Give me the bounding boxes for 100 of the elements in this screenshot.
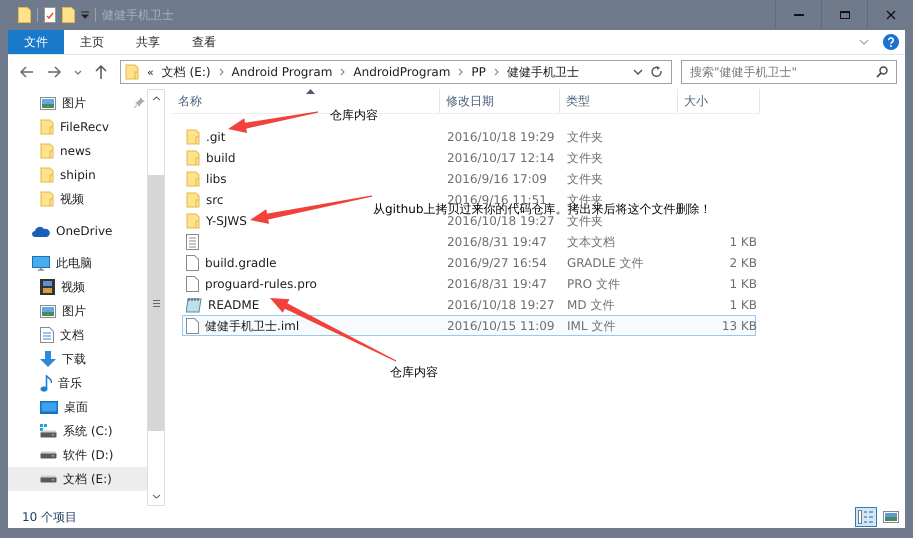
modified-date: 2016/10/18 19:27 [447,214,555,226]
maximize-icon[interactable] [840,10,850,18]
file-icon [186,318,199,334]
scrollbar[interactable] [147,89,165,506]
breadcrumb[interactable]: 文档 (E:) [162,64,211,80]
caret-icon[interactable] [74,70,82,74]
modified-date: 2016/8/31 19:47 [446,236,548,248]
file-size: 1 KB [728,278,757,290]
annotation-text: 仓库内容 [330,111,378,119]
file-type: 文件夹 [566,152,604,164]
modified-date: 2016/10/15 11:09 [446,320,556,332]
folder-icon [125,64,139,80]
sidebar-item[interactable]: 视频 [8,275,147,299]
scroll-down-icon[interactable] [152,494,160,499]
folder-icon [186,170,200,186]
folder-icon[interactable] [18,7,31,23]
sidebar-item[interactable]: 视频 [8,187,147,211]
item-count: 10 个项目 [22,508,78,526]
folder-icon [186,150,200,166]
chevron-icon[interactable] [859,39,869,45]
sidebar-item[interactable]: 桌面 [8,395,147,419]
sidebar-item[interactable]: 图片 [8,299,147,323]
sidebar-item[interactable]: 此电脑 [8,251,147,275]
file-type: IML 文件 [566,320,616,332]
file-size: 1 KB [728,298,757,310]
help-icon[interactable] [883,34,899,50]
folder-icon [186,192,200,208]
annotation-text: 从github上拷贝过来你的代码仓库。拷出来后将这个文件删除！ [373,205,712,213]
back-arrow-icon[interactable] [20,66,34,78]
document-icon [40,327,54,343]
picture-icon [40,304,56,318]
sort-ascending-icon [306,89,315,94]
dropdown-caret-icon[interactable] [633,69,643,75]
scrollbar-thumb[interactable] [148,175,164,431]
file-name: README [208,298,260,310]
file-menu-tab[interactable]: 文件 [8,30,64,54]
folder-icon [186,128,200,144]
sidebar-item[interactable]: OneDrive [8,219,147,243]
folder-icon [40,119,54,135]
column-header[interactable]: 修改日期 [440,89,560,113]
file-name: build [206,152,236,164]
picture-icon [40,96,56,110]
modified-date: 2016/9/16 17:09 [446,172,548,184]
new-folder-icon[interactable] [62,7,75,23]
file-type: 文件夹 [566,130,604,142]
modified-date: 2016/9/27 16:54 [446,256,548,268]
chevron-icon [494,68,499,76]
breadcrumb[interactable]: AndroidProgram [353,65,450,79]
film-icon [40,279,55,295]
up-arrow-icon[interactable] [95,65,107,79]
file-name: proguard-rules.pro [205,278,317,290]
breadcrumb[interactable]: 健健手机卫士 [506,64,579,80]
sidebar-item[interactable]: 文档 (E:) [8,467,147,491]
file-type: GRADLE 文件 [566,256,645,268]
column-header[interactable]: 大小 [678,89,760,113]
sidebar-item[interactable]: 软件 (D:) [8,443,147,467]
music-note-icon [40,374,52,392]
sidebar-item[interactable]: 音乐 [8,371,147,395]
minimize-icon[interactable] [794,14,804,16]
address-bar[interactable]: « 文档 (E:) Android Program AndroidProgram PP 健健手机卫士 [120,60,672,84]
file-icon [186,276,199,292]
monitor-icon [32,256,50,270]
search-field[interactable]: 搜索"健健手机卫士" [681,60,897,84]
ribbon-tab[interactable]: 查看 [176,30,232,54]
sidebar-item[interactable]: 系统 (C:) [8,419,147,443]
sidebar-item[interactable]: news [8,139,147,163]
refresh-icon[interactable] [651,66,663,78]
drive-icon [40,475,57,483]
notepad-icon [186,296,202,312]
ribbon-tab[interactable]: 共享 [120,30,176,54]
scroll-up-icon[interactable] [152,96,160,101]
chevron-icon [218,68,224,76]
caret-icon[interactable] [81,11,89,19]
details-view-button[interactable] [855,507,877,527]
folder-icon [40,167,54,183]
file-type: 文件夹 [566,194,603,206]
breadcrumb[interactable]: Android Program [232,65,332,79]
annotation-text: 仓库内容 [390,368,438,376]
download-arrow-icon [40,351,56,367]
modified-date: 2016/10/17 12:14 [446,152,556,164]
sidebar-item[interactable]: 下载 [8,347,147,371]
search-icon[interactable] [876,66,888,78]
sidebar-item[interactable]: 文档 [8,323,147,347]
file-name: 健健手机卫士.iml [205,320,300,332]
modified-date: 2016/10/18 19:29 [446,130,556,142]
ribbon-tab[interactable]: 主页 [64,30,120,54]
column-header[interactable]: 类型 [560,89,678,113]
file-icon [186,254,199,270]
modified-date: 2016/10/18 19:27 [446,298,556,310]
chevron-icon [340,68,346,76]
file-type: 文本文档 [566,236,616,248]
forward-arrow-icon[interactable] [47,66,61,78]
overflow-chevron[interactable]: « [147,66,154,78]
breadcrumb[interactable]: PP [471,65,486,79]
file-name: libs [206,172,227,184]
sidebar-item[interactable]: shipin [8,163,147,187]
properties-icon[interactable] [44,7,56,23]
sidebar-item[interactable]: 图片 [8,91,147,115]
sidebar-item[interactable]: FileRecv [8,115,147,139]
close-icon[interactable] [886,10,896,20]
